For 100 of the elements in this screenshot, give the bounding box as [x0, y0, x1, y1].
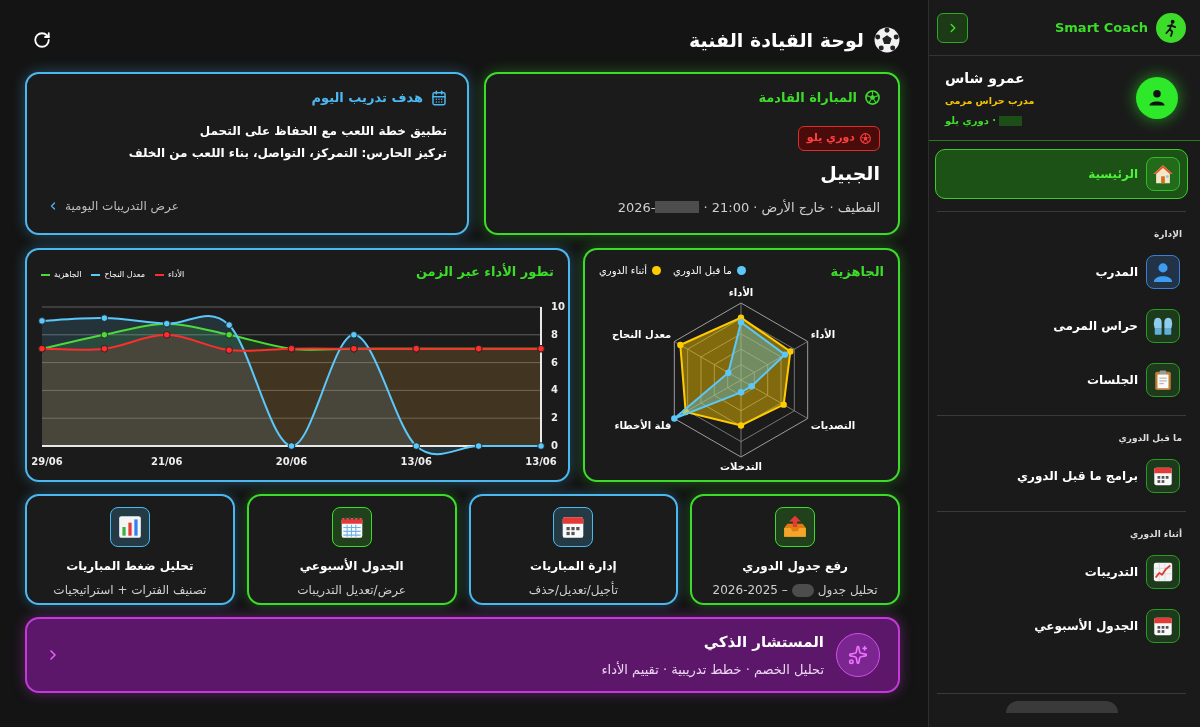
sparkles-icon [836, 633, 880, 677]
chart-point [225, 331, 233, 339]
action-card[interactable]: الجدول الأسبوعي عرض/تعديل التدريبات [246, 494, 457, 605]
card-subtitle: عرض/تعديل التدريبات [297, 582, 406, 599]
legend-label: ما قبل الدوري [673, 264, 732, 278]
upload-tray-icon [775, 507, 816, 547]
user-name: عمرو شاس [945, 68, 1025, 89]
nav-item[interactable]: المدرب [937, 255, 1186, 289]
card-title: المباراة القادمة [758, 89, 857, 107]
assistant-title: المستشار الذكي [703, 632, 824, 653]
match-details: القطيف · خارج الأرض · 21:00 · [703, 198, 880, 217]
calendar-icon [331, 507, 372, 547]
card-title: الجاهزية [830, 263, 884, 281]
legend-label: الجاهزية [54, 269, 82, 281]
brand-name: Smart Coach [1054, 18, 1148, 37]
chart-point [225, 346, 233, 354]
axis-tick-label: 2 [551, 412, 558, 424]
radar-point [725, 369, 732, 376]
axis-tick-label: 8 [551, 328, 558, 340]
axis-tick-label: 6 [551, 356, 558, 368]
axis-tick-label: 0 [551, 440, 558, 451]
radar-point [682, 408, 689, 416]
legend-label: معدل النجاح [104, 269, 145, 281]
chart-point [100, 314, 109, 322]
radar-axis-label: الأداء [810, 328, 836, 340]
radar-point [737, 422, 745, 429]
chart-point [412, 442, 420, 450]
daily-trainings-link[interactable]: عرض التدريبات اليومية [47, 197, 179, 215]
card-subtitle: – 2026-2025 [712, 582, 788, 599]
radar-point [671, 415, 678, 422]
card-title: تطور الأداء عبر الزمن [415, 262, 554, 281]
match-date: 2026- [617, 198, 656, 217]
nav-item[interactable]: برامج ما قبل الدوري [937, 459, 1186, 493]
axis-tick-label: 29/06 [31, 456, 63, 467]
radar-point [780, 401, 787, 408]
avatar-icon [1136, 77, 1178, 119]
assistant-card[interactable]: المستشار الذكي تحليل الخصم · خطط تدريبية · تقييم الأداء [25, 617, 900, 693]
section-title: أثناء الدوري [1130, 528, 1183, 541]
blurred-block [655, 201, 700, 214]
axis-tick-label: 10 [551, 301, 565, 312]
chart-point [100, 331, 109, 339]
action-card[interactable]: تحليل ضغط المباريات تصنيف الفترات + استراتيجيات [25, 494, 235, 605]
soccer-ball-icon [874, 27, 900, 53]
section-title: ما قبل الدوري [1118, 432, 1183, 445]
axis-tick-label: 13/06 [400, 456, 432, 467]
card-subtitle: تصنيف الفترات + استراتيجيات [53, 582, 207, 599]
chart-point [474, 442, 483, 450]
card-title: هدف تدريب اليوم [311, 89, 423, 108]
bar-chart-icon [109, 507, 150, 547]
radar-axis-label: التصديات [810, 419, 856, 431]
chart-point [350, 331, 358, 339]
card-title: رفع جدول الدوري [742, 558, 848, 575]
goal-line: تركيز الحارس: التمركز، التواصل، بناء اللعب من الخلف [128, 144, 447, 162]
nav-item[interactable]: التدريبات [937, 555, 1186, 589]
user-league: · دوري يلو [945, 114, 997, 129]
nav-item[interactable]: حراس المرمى [937, 309, 1186, 343]
soccer-ball-icon [860, 132, 871, 144]
blurred-block [999, 115, 1023, 126]
axis-tick-label: 4 [551, 384, 558, 396]
chart-point [38, 317, 46, 325]
legend-label: الأداء [167, 269, 185, 281]
nav-item[interactable]: الرئيسية [935, 149, 1188, 199]
chart-point [225, 321, 233, 329]
axis-tick-label: 20/06 [275, 456, 308, 467]
radar-axis-label: الأداء [728, 287, 754, 298]
chart-point [537, 442, 545, 450]
refresh-icon [33, 31, 51, 49]
legend-label: أثناء الدوري [599, 263, 648, 278]
radar-point [748, 382, 755, 390]
radar-axis-label: قلة الأخطاء [614, 419, 672, 431]
calendar-icon [431, 89, 447, 106]
user-role: مدرب حراس مرمى [945, 93, 1035, 109]
card-title: الجدول الأسبوعي [299, 557, 404, 575]
action-card[interactable]: إدارة المباريات تأجيل/تعديل/حذف [468, 494, 679, 605]
chart-point [100, 345, 109, 353]
assistant-subtitle: تحليل الخصم · خطط تدريبية · تقييم الأداء [601, 660, 824, 679]
opponent-name: الجبيل [820, 160, 880, 186]
chart-point [163, 331, 171, 339]
axis-tick-label: 13/06 [525, 456, 557, 467]
radar-axis-label: التدخلات [720, 461, 762, 472]
card-subtitle: تأجيل/تعديل/حذف [528, 581, 618, 599]
radar-point [677, 341, 684, 349]
league-name: دوري يلو [806, 129, 855, 146]
chart-point [287, 442, 296, 450]
axis-tick-label: 21/06 [151, 456, 183, 467]
section-title: الإدارة [1154, 228, 1183, 241]
card-title: إدارة المباريات [530, 558, 617, 575]
card-subtitle: تحليل جدول [817, 582, 878, 599]
nav-item[interactable]: الجلسات [937, 363, 1186, 397]
soccer-ball-icon [865, 90, 880, 106]
card-title: تحليل ضغط المباريات [66, 558, 194, 575]
radar-axis-label: معدل النجاح [612, 328, 672, 340]
page-title: لوحة القيادة الفنية [688, 27, 864, 54]
collapse-button[interactable] [937, 12, 968, 43]
blurred-block [791, 583, 814, 597]
calendar-icon [553, 507, 594, 547]
logo-icon [1156, 12, 1186, 43]
radar-point [737, 389, 745, 396]
goal-line: تطبيق خطة اللعب مع الحفاظ على التحمل [199, 122, 447, 140]
nav-item[interactable]: الجدول الأسبوعي [937, 609, 1186, 643]
